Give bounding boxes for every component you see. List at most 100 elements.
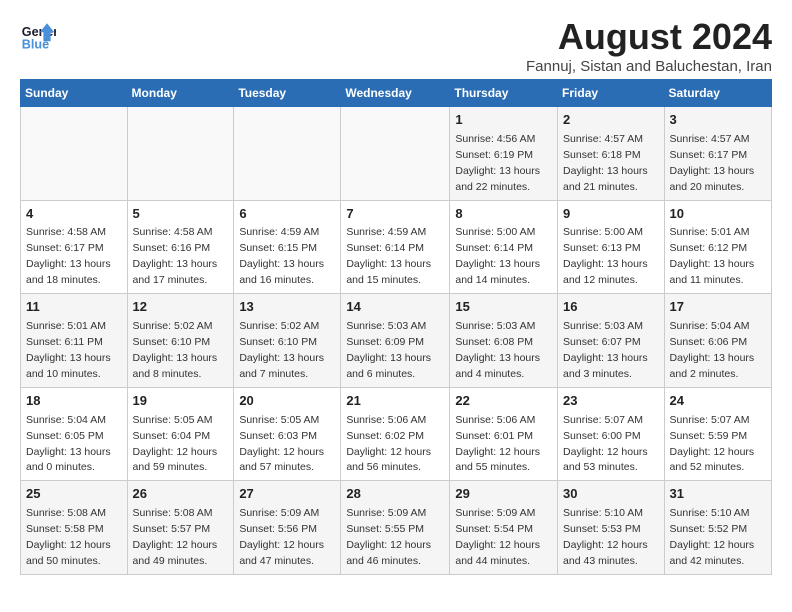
day-info: Sunrise: 5:03 AM Sunset: 6:09 PM Dayligh… xyxy=(346,320,431,380)
day-info: Sunrise: 5:01 AM Sunset: 6:11 PM Dayligh… xyxy=(26,320,111,380)
day-number: 9 xyxy=(563,205,659,224)
day-info: Sunrise: 5:02 AM Sunset: 6:10 PM Dayligh… xyxy=(133,320,218,380)
day-info: Sunrise: 4:59 AM Sunset: 6:15 PM Dayligh… xyxy=(239,226,324,286)
calendar-day-cell: 6Sunrise: 4:59 AM Sunset: 6:15 PM Daylig… xyxy=(234,200,341,294)
day-number: 12 xyxy=(133,298,229,317)
day-number: 8 xyxy=(455,205,552,224)
day-number: 25 xyxy=(26,485,122,504)
calendar-day-cell: 10Sunrise: 5:01 AM Sunset: 6:12 PM Dayli… xyxy=(664,200,771,294)
logo: General Blue xyxy=(20,16,56,52)
calendar-day-cell: 15 Sunrise: 5:03 AM Sunset: 6:08 PM Dayli… xyxy=(450,294,558,388)
day-number: 22 xyxy=(455,392,552,411)
day-number: 15 xyxy=(455,298,552,317)
day-info: Sunrise: 5:03 AM Sunset: 6:08 PM Dayligh… xyxy=(455,320,540,380)
day-info: Sunrise: 5:05 AM Sunset: 6:03 PM Dayligh… xyxy=(239,414,324,474)
day-number: 3 xyxy=(670,111,766,130)
day-info: Sunrise: 5:02 AM Sunset: 6:10 PM Dayligh… xyxy=(239,320,324,380)
calendar-day-cell: 5Sunrise: 4:58 AM Sunset: 6:16 PM Daylig… xyxy=(127,200,234,294)
calendar-table: SundayMondayTuesdayWednesdayThursdayFrid… xyxy=(20,79,772,575)
day-number: 11 xyxy=(26,298,122,317)
day-number: 31 xyxy=(670,485,766,504)
weekday-header-cell: Thursday xyxy=(450,80,558,107)
calendar-day-cell: 25 Sunrise: 5:08 AM Sunset: 5:58 PM Dayli… xyxy=(21,481,128,575)
day-info: Sunrise: 5:03 AM Sunset: 6:07 PM Dayligh… xyxy=(563,320,648,380)
calendar-day-cell: 23Sunrise: 5:07 AM Sunset: 6:00 PM Dayli… xyxy=(558,387,665,481)
calendar-day-cell: 22Sunrise: 5:06 AM Sunset: 6:01 PM Dayli… xyxy=(450,387,558,481)
day-info: Sunrise: 4:57 AM Sunset: 6:17 PM Dayligh… xyxy=(670,133,755,193)
day-number: 28 xyxy=(346,485,444,504)
calendar-day-cell: 30 Sunrise: 5:10 AM Sunset: 5:53 PM Dayli… xyxy=(558,481,665,575)
day-info: Sunrise: 5:09 AM Sunset: 5:56 PM Dayligh… xyxy=(239,507,324,567)
calendar-day-cell: 11 Sunrise: 5:01 AM Sunset: 6:11 PM Dayli… xyxy=(21,294,128,388)
day-info: Sunrise: 5:10 AM Sunset: 5:52 PM Dayligh… xyxy=(670,507,755,567)
location-subtitle: Fannuj, Sistan and Baluchestan, Iran xyxy=(526,58,772,75)
page-header: General Blue August 2024 Fannuj, Sistan … xyxy=(20,16,772,75)
day-number: 17 xyxy=(670,298,766,317)
weekday-header-cell: Sunday xyxy=(21,80,128,107)
weekday-header-cell: Friday xyxy=(558,80,665,107)
day-number: 19 xyxy=(133,392,229,411)
day-info: Sunrise: 5:00 AM Sunset: 6:13 PM Dayligh… xyxy=(563,226,648,286)
day-info: Sunrise: 4:57 AM Sunset: 6:18 PM Dayligh… xyxy=(563,133,648,193)
month-title: August 2024 xyxy=(526,16,772,58)
calendar-day-cell: 12 Sunrise: 5:02 AM Sunset: 6:10 PM Dayli… xyxy=(127,294,234,388)
calendar-day-cell: 19 Sunrise: 5:05 AM Sunset: 6:04 PM Dayli… xyxy=(127,387,234,481)
day-info: Sunrise: 5:10 AM Sunset: 5:53 PM Dayligh… xyxy=(563,507,648,567)
day-info: Sunrise: 5:09 AM Sunset: 5:54 PM Dayligh… xyxy=(455,507,540,567)
day-number: 5 xyxy=(133,205,229,224)
day-number: 26 xyxy=(133,485,229,504)
weekday-header-cell: Tuesday xyxy=(234,80,341,107)
calendar-body: 1Sunrise: 4:56 AM Sunset: 6:19 PM Daylig… xyxy=(21,107,772,575)
day-number: 20 xyxy=(239,392,335,411)
calendar-day-cell: 8 Sunrise: 5:00 AM Sunset: 6:14 PM Daylig… xyxy=(450,200,558,294)
calendar-day-cell: 26Sunrise: 5:08 AM Sunset: 5:57 PM Dayli… xyxy=(127,481,234,575)
day-number: 21 xyxy=(346,392,444,411)
day-info: Sunrise: 5:09 AM Sunset: 5:55 PM Dayligh… xyxy=(346,507,431,567)
day-info: Sunrise: 5:05 AM Sunset: 6:04 PM Dayligh… xyxy=(133,414,218,474)
calendar-day-cell: 14 Sunrise: 5:03 AM Sunset: 6:09 PM Dayli… xyxy=(341,294,450,388)
day-info: Sunrise: 5:01 AM Sunset: 6:12 PM Dayligh… xyxy=(670,226,755,286)
day-info: Sunrise: 5:00 AM Sunset: 6:14 PM Dayligh… xyxy=(455,226,540,286)
calendar-week-row: 18Sunrise: 5:04 AM Sunset: 6:05 PM Dayli… xyxy=(21,387,772,481)
weekday-header-cell: Wednesday xyxy=(341,80,450,107)
calendar-day-cell: 9 Sunrise: 5:00 AM Sunset: 6:13 PM Daylig… xyxy=(558,200,665,294)
calendar-day-cell xyxy=(127,107,234,201)
calendar-day-cell: 17 Sunrise: 5:04 AM Sunset: 6:06 PM Dayli… xyxy=(664,294,771,388)
day-number: 24 xyxy=(670,392,766,411)
day-info: Sunrise: 4:58 AM Sunset: 6:17 PM Dayligh… xyxy=(26,226,111,286)
day-info: Sunrise: 5:08 AM Sunset: 5:58 PM Dayligh… xyxy=(26,507,111,567)
calendar-day-cell: 29Sunrise: 5:09 AM Sunset: 5:54 PM Dayli… xyxy=(450,481,558,575)
calendar-day-cell: 31 Sunrise: 5:10 AM Sunset: 5:52 PM Dayli… xyxy=(664,481,771,575)
day-number: 7 xyxy=(346,205,444,224)
calendar-day-cell: 2 Sunrise: 4:57 AM Sunset: 6:18 PM Daylig… xyxy=(558,107,665,201)
calendar-day-cell: 18Sunrise: 5:04 AM Sunset: 6:05 PM Dayli… xyxy=(21,387,128,481)
weekday-header-cell: Saturday xyxy=(664,80,771,107)
calendar-day-cell: 1Sunrise: 4:56 AM Sunset: 6:19 PM Daylig… xyxy=(450,107,558,201)
day-number: 2 xyxy=(563,111,659,130)
calendar-day-cell: 7 Sunrise: 4:59 AM Sunset: 6:14 PM Daylig… xyxy=(341,200,450,294)
day-info: Sunrise: 4:59 AM Sunset: 6:14 PM Dayligh… xyxy=(346,226,431,286)
day-number: 1 xyxy=(455,111,552,130)
day-number: 30 xyxy=(563,485,659,504)
logo-icon: General Blue xyxy=(20,16,56,52)
calendar-day-cell: 24 Sunrise: 5:07 AM Sunset: 5:59 PM Dayli… xyxy=(664,387,771,481)
calendar-day-cell xyxy=(234,107,341,201)
day-info: Sunrise: 5:06 AM Sunset: 6:02 PM Dayligh… xyxy=(346,414,431,474)
calendar-day-cell: 21 Sunrise: 5:06 AM Sunset: 6:02 PM Dayli… xyxy=(341,387,450,481)
day-number: 4 xyxy=(26,205,122,224)
calendar-week-row: 1Sunrise: 4:56 AM Sunset: 6:19 PM Daylig… xyxy=(21,107,772,201)
day-info: Sunrise: 5:07 AM Sunset: 5:59 PM Dayligh… xyxy=(670,414,755,474)
calendar-day-cell: 27 Sunrise: 5:09 AM Sunset: 5:56 PM Dayli… xyxy=(234,481,341,575)
day-info: Sunrise: 5:04 AM Sunset: 6:05 PM Dayligh… xyxy=(26,414,111,474)
day-info: Sunrise: 5:04 AM Sunset: 6:06 PM Dayligh… xyxy=(670,320,755,380)
calendar-week-row: 25 Sunrise: 5:08 AM Sunset: 5:58 PM Dayli… xyxy=(21,481,772,575)
calendar-day-cell xyxy=(341,107,450,201)
day-number: 13 xyxy=(239,298,335,317)
calendar-day-cell: 13 Sunrise: 5:02 AM Sunset: 6:10 PM Dayli… xyxy=(234,294,341,388)
calendar-day-cell: 28 Sunrise: 5:09 AM Sunset: 5:55 PM Dayli… xyxy=(341,481,450,575)
calendar-week-row: 4 Sunrise: 4:58 AM Sunset: 6:17 PM Daylig… xyxy=(21,200,772,294)
day-number: 27 xyxy=(239,485,335,504)
weekday-header-row: SundayMondayTuesdayWednesdayThursdayFrid… xyxy=(21,80,772,107)
calendar-day-cell: 16Sunrise: 5:03 AM Sunset: 6:07 PM Dayli… xyxy=(558,294,665,388)
day-number: 14 xyxy=(346,298,444,317)
